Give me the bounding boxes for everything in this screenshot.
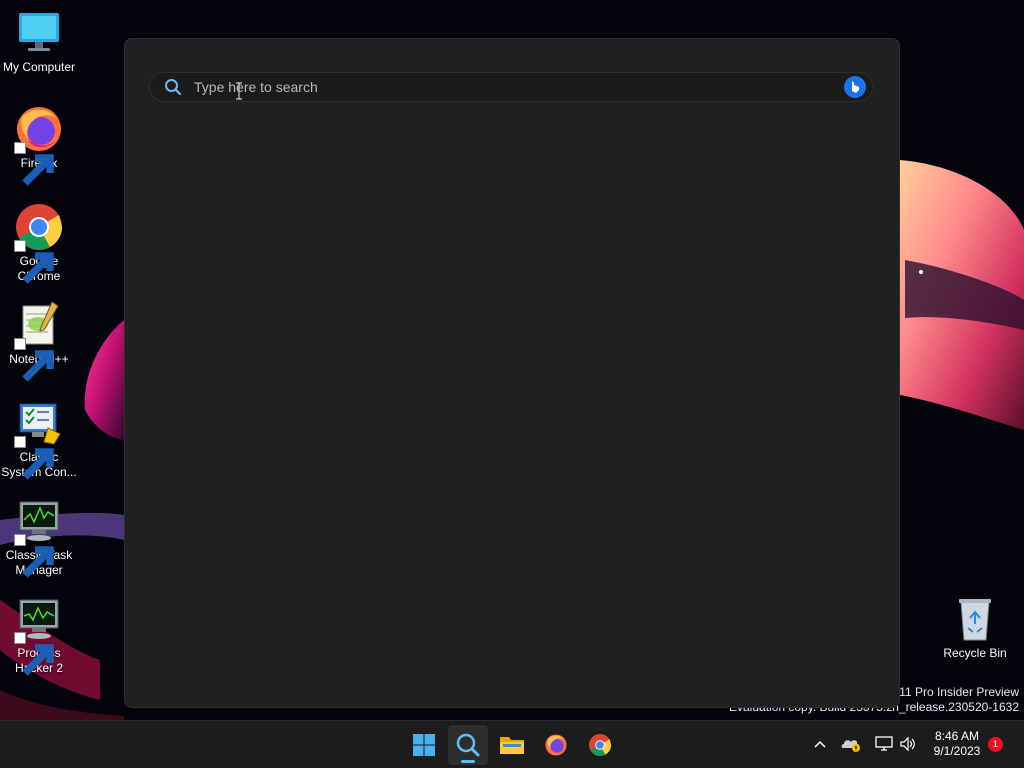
desktop-icon-notepad-plus-plus[interactable]: Notepad++ [0, 300, 78, 382]
recycle-bin-icon [950, 594, 1000, 644]
task-manager-icon [14, 496, 64, 578]
desktop-icon-process-hacker[interactable]: Process Hacker 2 [0, 594, 78, 676]
desktop-icon-google-chrome[interactable]: Google Chrome [0, 202, 78, 284]
search-icon [165, 79, 182, 96]
desktop-icon-classic-system-config[interactable]: Classic System Con... [0, 398, 78, 480]
desktop: My Computer Firefox Google Chrome Notepa… [0, 0, 1024, 768]
search-icon [456, 733, 480, 757]
search-input[interactable] [192, 73, 844, 101]
bing-chat-button[interactable] [844, 76, 866, 98]
network-icon [875, 736, 893, 751]
bing-icon [852, 81, 859, 93]
desktop-icon-label: My Computer [2, 60, 76, 74]
shortcut-arrow-icon [14, 632, 54, 676]
firefox-icon [545, 734, 567, 756]
file-explorer-button[interactable] [492, 725, 532, 765]
firefox-icon [14, 104, 64, 186]
desktop-icon-classic-task-manager[interactable]: Classic Task Manager [0, 496, 78, 578]
shortcut-arrow-icon [14, 436, 54, 480]
chrome-icon [14, 202, 64, 284]
chevron-up-icon [814, 740, 826, 748]
clock-time: 8:46 AM [934, 729, 980, 743]
volume-icon [900, 736, 915, 752]
chrome-icon [588, 733, 612, 757]
taskbar: 8:46 AM 9/1/2023 1 [0, 720, 1024, 768]
shortcut-arrow-icon [14, 142, 54, 186]
chrome-button[interactable] [580, 725, 620, 765]
onedrive-warning-icon [841, 740, 860, 752]
folder-icon [500, 737, 524, 754]
shortcut-arrow-icon [14, 534, 54, 578]
firefox-button[interactable] [536, 725, 576, 765]
desktop-icon-label: Recycle Bin [943, 646, 1007, 660]
volume-button[interactable] [897, 733, 919, 755]
notepad-plus-plus-icon [14, 300, 64, 382]
clock-button[interactable]: 8:46 AM 9/1/2023 [924, 729, 990, 759]
desktop-icon-firefox[interactable]: Firefox [0, 104, 78, 186]
onedrive-status-button[interactable] [840, 733, 862, 755]
show-hidden-icons-button[interactable] [809, 733, 831, 755]
monitor-icon [14, 8, 64, 58]
shortcut-arrow-icon [14, 240, 54, 284]
notification-badge[interactable]: 1 [988, 737, 1003, 752]
clock-date: 9/1/2023 [933, 744, 981, 758]
search-flyout [124, 38, 900, 708]
search-box[interactable] [149, 72, 873, 102]
text-cursor-icon [236, 82, 242, 100]
windows-logo-icon [413, 734, 435, 756]
shortcut-arrow-icon [14, 338, 54, 382]
desktop-icon-recycle-bin[interactable]: Recycle Bin [936, 594, 1014, 661]
process-hacker-icon [14, 594, 64, 676]
search-button[interactable] [448, 725, 488, 765]
start-button[interactable] [404, 725, 444, 765]
network-button[interactable] [873, 733, 895, 755]
desktop-icon-my-computer[interactable]: My Computer [0, 8, 78, 75]
system-config-icon [14, 398, 64, 480]
